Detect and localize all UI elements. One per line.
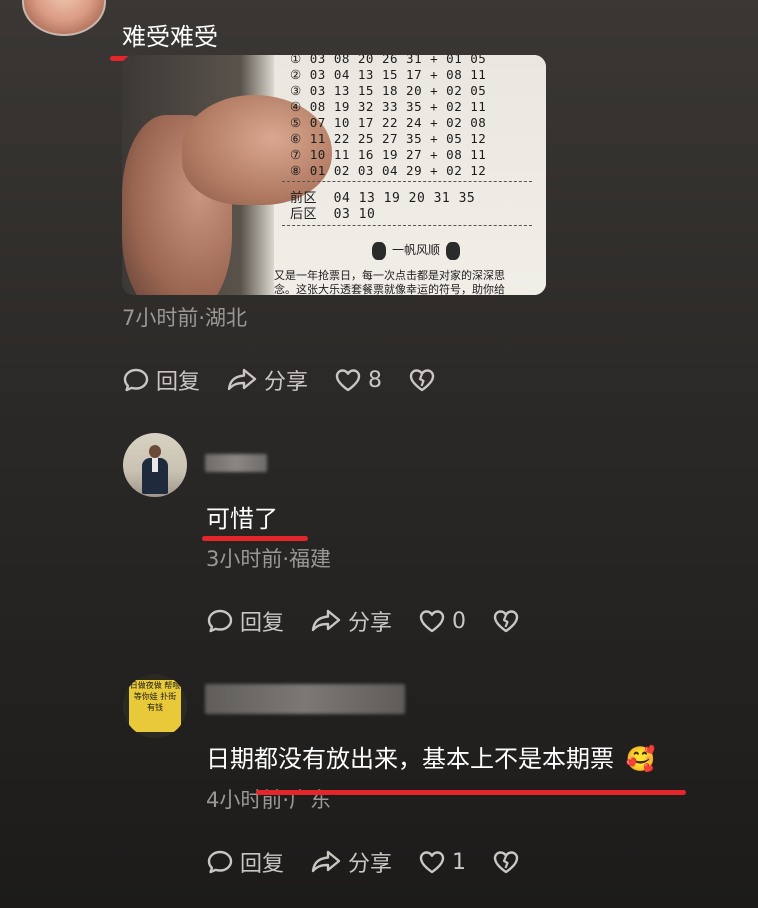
like-button[interactable]: 0 xyxy=(418,608,466,634)
broken-heart-icon xyxy=(493,610,519,633)
share-button[interactable]: 分享 xyxy=(310,605,392,637)
comment-actions: 回复 分享 8 xyxy=(122,364,468,396)
share-button[interactable]: 分享 xyxy=(310,846,392,878)
smiling-face-emoji-icon: 🥰 xyxy=(625,745,656,773)
heart-icon xyxy=(419,851,445,874)
share-arrow-icon xyxy=(311,850,341,873)
avatar[interactable]: 日做夜做 帮喂等你娃 扑街 有钱 xyxy=(123,674,187,738)
comment-bubble-icon xyxy=(123,368,149,392)
highlight-underline xyxy=(202,536,308,541)
heart-icon xyxy=(335,369,361,392)
comment-meta: 3小时前·福建 xyxy=(206,547,332,571)
ticket-footer-text: 念。这张大乐透套餐票就像幸运的符号，助你给 xyxy=(274,283,505,295)
comment-bubble-icon xyxy=(207,609,233,633)
avatar[interactable] xyxy=(22,0,106,36)
dislike-button[interactable] xyxy=(492,849,526,875)
comment-actions: 回复 分享 1 xyxy=(206,846,552,878)
ticket-back-zone: 后区 03 10 xyxy=(290,207,376,222)
ticket-row: ⑧ 01 02 03 04 29 + 02 12 xyxy=(290,163,487,178)
comment-actions: 回复 分享 0 xyxy=(206,605,552,637)
like-button[interactable]: 1 xyxy=(418,849,466,875)
like-count: 1 xyxy=(452,849,467,875)
comment-text: 日期都没有放出来，基本上不是本期票 🥰 xyxy=(206,745,656,773)
username-blurred[interactable] xyxy=(205,454,267,472)
like-count: 0 xyxy=(452,608,467,634)
share-arrow-icon xyxy=(311,609,341,632)
dislike-button[interactable] xyxy=(408,367,442,393)
reply-button[interactable]: 回复 xyxy=(122,364,200,396)
highlight-underline xyxy=(256,790,686,795)
ticket-row: ⑥ 11 22 25 27 35 + 05 12 xyxy=(290,131,487,146)
ticket-row: ③ 03 13 15 18 20 + 02 05 xyxy=(290,83,487,98)
share-button[interactable]: 分享 xyxy=(226,364,308,396)
heart-icon xyxy=(419,610,445,633)
ticket-row: ① 03 08 20 26 31 + 01 05 xyxy=(290,55,487,66)
ticket-row: ④ 08 19 32 33 35 + 02 11 xyxy=(290,99,487,114)
avatar-text: 日做夜做 帮喂等你娃 扑街 有钱 xyxy=(129,680,181,732)
ticket-row: ⑤ 07 10 17 22 24 + 02 08 xyxy=(290,115,487,130)
comment-text: 难受难受 xyxy=(122,23,218,51)
lottery-ticket-image[interactable]: ① 03 08 20 26 31 + 01 05 ② 03 04 13 15 1… xyxy=(122,55,546,295)
comment-meta: 4小时前·广东 xyxy=(206,788,332,812)
broken-heart-icon xyxy=(409,369,435,392)
comment-bubble-icon xyxy=(207,850,233,874)
avatar[interactable] xyxy=(123,433,187,497)
comment-meta: 7小时前·湖北 xyxy=(122,306,248,330)
like-button[interactable]: 8 xyxy=(334,367,382,393)
reply-button[interactable]: 回复 xyxy=(206,605,284,637)
username-blurred[interactable] xyxy=(205,684,405,714)
dislike-button[interactable] xyxy=(492,608,526,634)
ticket-row: ② 03 04 13 15 17 + 08 11 xyxy=(290,67,487,82)
like-count: 8 xyxy=(368,367,383,393)
share-arrow-icon xyxy=(227,368,257,391)
ticket-row: ⑦ 10 11 16 19 27 + 08 11 xyxy=(290,147,487,162)
reply-button[interactable]: 回复 xyxy=(206,846,284,878)
broken-heart-icon xyxy=(493,851,519,874)
ticket-motto: 一帆风顺 xyxy=(372,241,461,260)
comment-text: 可惜了 xyxy=(206,505,278,533)
